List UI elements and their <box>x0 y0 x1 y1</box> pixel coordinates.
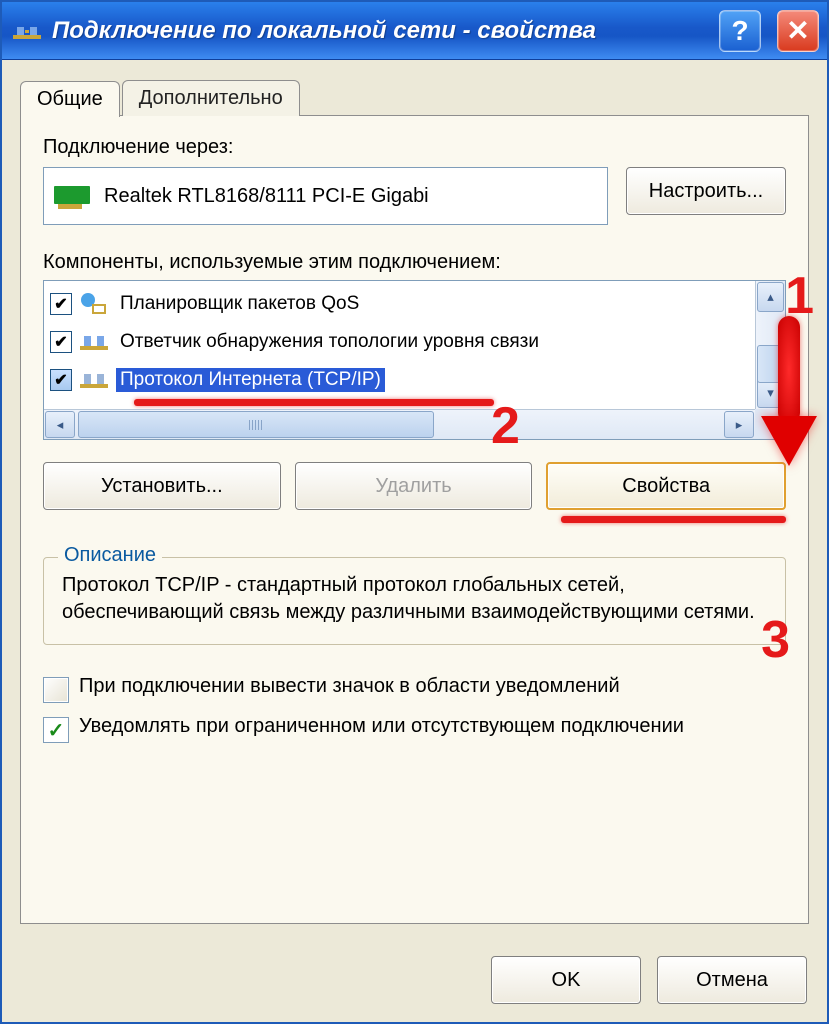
lltd-icon <box>80 330 108 354</box>
tab-advanced[interactable]: Дополнительно <box>122 80 300 116</box>
list-item-label: Планировщик пакетов QoS <box>116 292 363 316</box>
list-item[interactable]: ✔ Планировщик пакетов QoS <box>44 285 755 323</box>
uninstall-button: Удалить <box>295 462 533 510</box>
description-legend: Описание <box>58 544 162 567</box>
nic-icon <box>54 182 94 210</box>
description-text: Протокол TCP/IP - стандартный протокол г… <box>62 572 767 626</box>
help-button[interactable]: ? <box>719 10 761 52</box>
components-listbox[interactable]: ✔ Планировщик пакетов QoS ✔ Ответчик о <box>43 280 786 440</box>
scroll-track[interactable] <box>76 410 723 439</box>
ok-button[interactable]: OK <box>491 956 641 1004</box>
scroll-thumb[interactable] <box>757 345 784 383</box>
checkbox-icon[interactable]: ✔ <box>50 369 72 391</box>
tcpip-icon <box>80 368 108 392</box>
window-title: Подключение по локальной сети - свойства <box>52 17 703 45</box>
scroll-track[interactable] <box>756 313 785 377</box>
cancel-button[interactable]: Отмена <box>657 956 807 1004</box>
annotation-number-1: 1 <box>785 266 814 326</box>
dialog-client-area: Общие Дополнительно Подключение через: R… <box>2 60 827 938</box>
scroll-thumb[interactable] <box>78 411 434 438</box>
properties-button[interactable]: Свойства <box>546 462 786 510</box>
adapter-field: Realtek RTL8168/8111 PCI-E Gigabi <box>43 167 608 225</box>
checkbox-icon[interactable] <box>43 717 69 743</box>
configure-button[interactable]: Настроить... <box>626 167 786 215</box>
scroll-right-icon[interactable]: ▸ <box>724 411 754 438</box>
checkbox-icon[interactable]: ✔ <box>50 293 72 315</box>
titlebar[interactable]: Подключение по локальной сети - свойства… <box>2 2 827 60</box>
tab-general[interactable]: Общие <box>20 81 120 117</box>
tabstrip: Общие Дополнительно <box>20 76 809 116</box>
checkbox-icon[interactable]: ✔ <box>50 331 72 353</box>
horizontal-scrollbar[interactable]: ◂ ▸ <box>44 409 755 439</box>
adapter-name: Realtek RTL8168/8111 PCI-E Gigabi <box>104 185 429 208</box>
option-notify-limited[interactable]: Уведомлять при ограниченном или отсутств… <box>43 715 786 743</box>
components-items: ✔ Планировщик пакетов QoS ✔ Ответчик о <box>44 281 755 409</box>
qos-icon <box>80 292 108 316</box>
scroll-up-icon[interactable]: ▴ <box>757 282 784 312</box>
install-button[interactable]: Установить... <box>43 462 281 510</box>
list-item-label: Ответчик обнаружения топологии уровня св… <box>116 330 543 354</box>
properties-dialog-window: Подключение по локальной сети - свойства… <box>0 0 829 1024</box>
scroll-corner <box>755 409 785 439</box>
dialog-button-row: OK Отмена <box>2 938 827 1022</box>
vertical-scrollbar[interactable]: ▴ ▾ <box>755 281 785 409</box>
connection-icon <box>12 16 42 46</box>
annotation-underline-2 <box>134 399 494 406</box>
tab-panel-general: Подключение через: Realtek RTL8168/8111 … <box>20 115 809 924</box>
annotation-underline-3 <box>561 516 786 523</box>
close-button[interactable]: ✕ <box>777 10 819 52</box>
option-label: Уведомлять при ограниченном или отсутств… <box>79 715 684 738</box>
option-label: При подключении вывести значок в области… <box>79 675 620 698</box>
checkbox-icon[interactable] <box>43 677 69 703</box>
list-item-selected[interactable]: ✔ Протокол Интернета (TCP/IP) <box>44 361 755 399</box>
list-item[interactable]: ✔ Ответчик обнаружения топологии уровня … <box>44 323 755 361</box>
option-show-icon[interactable]: При подключении вывести значок в области… <box>43 675 786 703</box>
list-item-label: Протокол Интернета (TCP/IP) <box>116 368 385 392</box>
components-label: Компоненты, используемые этим подключени… <box>43 251 786 274</box>
description-group: Описание Протокол TCP/IP - стандартный п… <box>43 557 786 645</box>
connect-via-label: Подключение через: <box>43 136 786 159</box>
scroll-left-icon[interactable]: ◂ <box>45 411 75 438</box>
